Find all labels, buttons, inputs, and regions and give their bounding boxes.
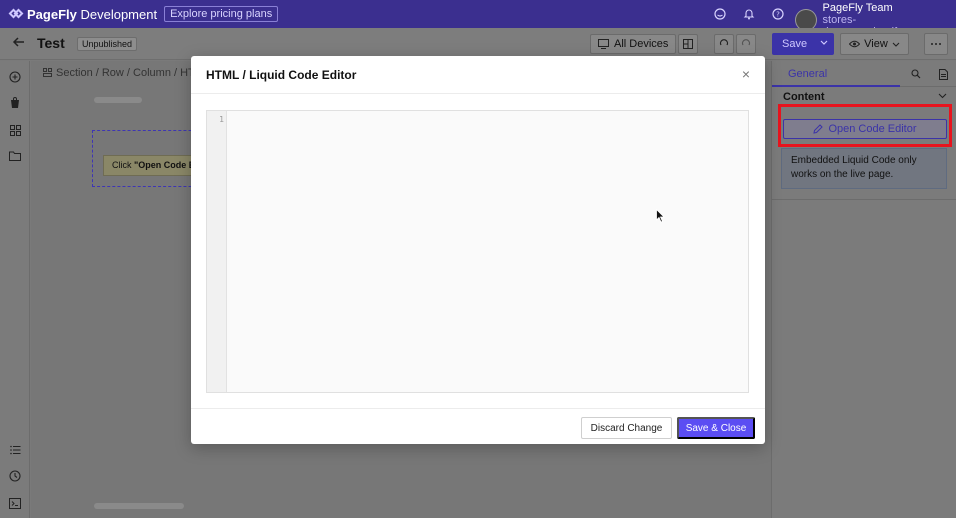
mouse-cursor-icon xyxy=(656,209,665,223)
divider xyxy=(772,199,956,200)
all-devices-label: All Devices xyxy=(614,38,669,50)
info-notice: Embedded Liquid Code only works on the l… xyxy=(781,148,947,189)
top-bar: PageFly Development Explore pricing plan… xyxy=(0,0,956,38)
more-options-icon[interactable] xyxy=(924,33,948,55)
modal-footer: Discard Change Save & Close xyxy=(191,408,765,444)
history-icon[interactable] xyxy=(8,469,22,483)
placeholder-line xyxy=(94,503,184,509)
panel-tabs: General xyxy=(772,61,956,87)
discard-change-button[interactable]: Discard Change xyxy=(581,417,672,439)
properties-panel: General Content Open Code Editor Embedde… xyxy=(771,61,956,518)
folder-icon[interactable] xyxy=(8,149,22,163)
smile-icon[interactable] xyxy=(712,6,728,22)
redo-icon[interactable] xyxy=(736,34,756,54)
code-input-area[interactable] xyxy=(228,111,748,392)
layout-icon[interactable] xyxy=(678,34,698,54)
page-title: Test xyxy=(37,35,65,51)
placeholder-line xyxy=(94,97,142,103)
all-devices-button[interactable]: All Devices xyxy=(590,34,677,54)
chevron-down-icon[interactable] xyxy=(820,37,828,49)
line-number: 1 xyxy=(219,115,224,124)
breadcrumb-path: Section / Row / Column / HTML xyxy=(56,67,211,79)
view-button[interactable]: View xyxy=(840,33,909,55)
bell-icon[interactable] xyxy=(741,6,757,22)
pencil-icon xyxy=(813,124,824,134)
pagefly-logo[interactable]: PageFly Development xyxy=(8,6,158,22)
save-label: Save xyxy=(782,38,808,50)
back-arrow-icon[interactable] xyxy=(12,35,26,53)
modal-header: HTML / Liquid Code Editor × xyxy=(191,56,765,94)
document-icon[interactable] xyxy=(935,66,951,82)
help-icon[interactable]: ? xyxy=(770,6,786,22)
chevron-down-icon[interactable] xyxy=(938,91,947,103)
code-editor[interactable]: 1 xyxy=(206,110,749,393)
grid-icon[interactable] xyxy=(8,123,22,137)
pagefly-logo-icon xyxy=(8,7,24,21)
open-code-editor-label: Open Code Editor xyxy=(828,123,917,135)
section-icon xyxy=(43,68,52,77)
line-number-gutter: 1 xyxy=(207,111,227,392)
chevron-down-icon xyxy=(892,42,900,47)
view-label: View xyxy=(864,38,888,50)
explore-pricing-button[interactable]: Explore pricing plans xyxy=(164,6,279,22)
content-section-title: Content xyxy=(783,91,825,103)
monitor-icon xyxy=(598,39,609,49)
status-badge: Unpublished xyxy=(77,37,138,51)
brand-name: PageFly Development xyxy=(27,6,158,22)
add-element-icon[interactable] xyxy=(8,70,22,84)
shopify-icon[interactable] xyxy=(8,96,22,110)
search-icon[interactable] xyxy=(908,66,924,82)
eye-icon xyxy=(849,40,861,48)
terminal-icon[interactable] xyxy=(8,496,22,510)
undo-icon[interactable] xyxy=(714,34,734,54)
code-editor-modal: HTML / Liquid Code Editor × 1 Discard Ch… xyxy=(191,56,765,444)
svg-text:?: ? xyxy=(776,11,780,19)
user-name: PageFly Team xyxy=(822,2,893,14)
layers-list-icon[interactable] xyxy=(8,443,22,457)
modal-title: HTML / Liquid Code Editor xyxy=(206,68,357,82)
breadcrumb[interactable]: Section / Row / Column / HTML xyxy=(43,67,210,79)
open-code-editor-button[interactable]: Open Code Editor xyxy=(783,119,947,139)
tab-general[interactable]: General xyxy=(788,68,827,80)
close-icon[interactable]: × xyxy=(739,67,753,81)
save-and-close-button[interactable]: Save & Close xyxy=(677,417,755,439)
save-button[interactable]: Save xyxy=(772,33,834,55)
left-sidebar xyxy=(0,61,30,518)
active-tab-indicator xyxy=(772,85,900,87)
